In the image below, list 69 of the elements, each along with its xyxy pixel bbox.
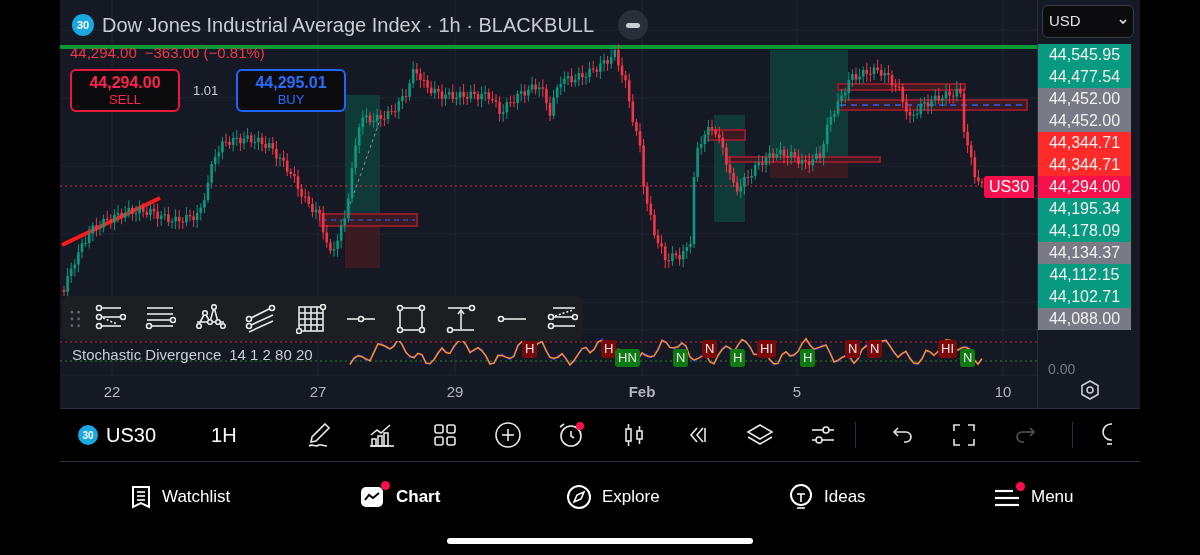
last-price: 44,294.00 [70,43,137,63]
spread-value: 1.01 [193,81,220,100]
fullscreen-icon [950,422,977,448]
date-label: 22 [103,382,121,402]
lightbulb-icon [788,484,814,510]
nav-tab[interactable]: Ideas [788,480,866,514]
divergence-label: N [702,340,718,358]
divergence-label: H [601,340,617,358]
chevron-down-icon [1119,18,1127,25]
price-label: 44,344.71 [1038,132,1131,154]
divergence-label: HI [938,340,957,358]
price-label: 44,477.54 [1038,66,1131,88]
divergence-label: H [800,349,816,367]
date-label: 10 [994,382,1012,402]
chart-icon [360,484,386,510]
divergence-label: HN [615,349,640,367]
rectangle-icon [396,303,428,334]
price-label: 44,452.00 [1038,88,1131,110]
symbol-button[interactable]: 30 US30 [78,420,157,450]
price-label: 44,102.71 [1038,286,1131,308]
price-label: 44,178.09 [1038,220,1131,242]
price-change: −363.00 (−0.81%) [144,43,265,63]
price-label: 44,294.00 [1038,176,1131,198]
chart-icon [367,421,396,449]
divergence-label: N [845,340,861,358]
grid-icon [295,303,327,334]
price-label: 44,344.71 [1038,154,1131,176]
buy-button[interactable]: 44,295.01 BUY [236,69,346,112]
currency-dropdown[interactable]: USD [1042,5,1134,38]
indicator-name: Stochastic Divergence [72,345,222,365]
divergence-label: H [730,349,746,367]
divergence-label: HI [757,340,776,358]
price-label: 44,545.95 [1038,44,1131,66]
interval-button[interactable]: 1H [211,420,237,450]
indicator-value: 0.00 [1048,360,1076,379]
price-label: 44,134.37 [1038,242,1131,264]
settings-button[interactable] [1078,378,1102,402]
sell-button[interactable]: 44,294.00 SELL [70,69,180,112]
price-label: 44,452.00 [1038,110,1131,132]
nav-tab[interactable]: Explore [566,480,660,514]
nav-tab[interactable]: Watchlist [130,480,231,514]
divergence-label: N [867,340,883,358]
price-range-icon [446,303,478,334]
collapse-button[interactable] [618,10,649,40]
minus-icon [625,21,642,29]
symbol-price-tag: US30 [984,176,1035,198]
document-icon [130,485,152,509]
settings-icon [1080,380,1100,400]
nav-tab[interactable]: Menu [993,480,1074,514]
divergence-label: N [960,349,976,367]
horizontal-ray-icon [345,314,377,323]
compass-icon [566,484,592,510]
date-label: Feb [628,382,656,402]
symbol-badge: 30 [72,14,94,36]
date-label: 27 [309,382,327,402]
nav-tab[interactable]: Chart [360,480,441,514]
drag-handle-icon [70,309,81,328]
parallel-channel-icon [245,303,277,334]
ray-icon [496,314,528,323]
price-label: 44,112.15 [1038,264,1131,286]
indicator-params: 14 1 2 80 20 [229,345,313,365]
chart-title: Dow Jones Industrial Average Index · 1h · BLACKBULL [102,13,595,38]
price-label: 44,088.00 [1038,308,1131,330]
date-label: 29 [446,382,464,402]
price-label: 44,195.34 [1038,198,1131,220]
plus-circle-icon [493,421,522,449]
date-label: 5 [792,382,802,402]
divergence-label: N [673,349,689,367]
symbol-badge: 30 [78,425,98,445]
